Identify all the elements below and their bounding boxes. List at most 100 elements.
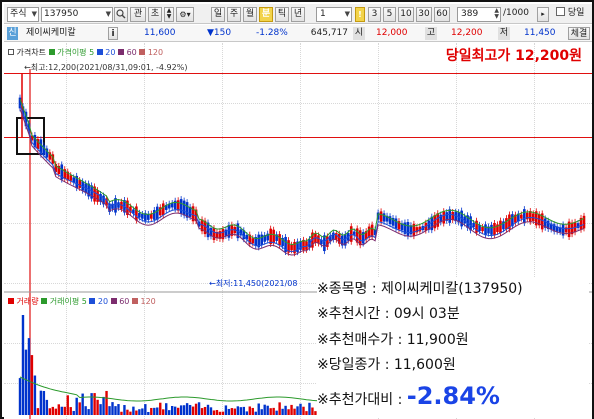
volume-bar — [144, 404, 147, 415]
volume-bar — [173, 406, 177, 415]
overlay-recommend-price: ※추천매수가 : 11,900원 — [317, 332, 469, 348]
chevron-down-icon: ▼ — [31, 10, 37, 18]
toolbar: 주식 ▼ 137950 ▼ 관 초 ▲ ▼ ⚙▾ 일 주 월 분 틱 년 1 ▼ … — [4, 4, 592, 24]
stepper-button[interactable]: ▲ ▼ — [164, 7, 174, 22]
candle-body — [170, 203, 174, 208]
candle-body — [442, 211, 446, 224]
volume-bar — [218, 411, 222, 415]
volume-bar — [78, 402, 81, 415]
candle-body — [260, 234, 264, 246]
search-button[interactable] — [114, 7, 128, 22]
volume-bar — [269, 408, 272, 415]
volume-bar — [99, 404, 102, 415]
candle-body — [69, 175, 73, 181]
stepper-icon: ▲ ▼ — [494, 7, 499, 20]
volume-bar — [185, 403, 189, 415]
candle-body — [290, 244, 293, 251]
candle-body — [78, 180, 81, 188]
volume-bar — [251, 407, 254, 415]
legend-vol-ma60: 60 — [119, 297, 130, 306]
period-day[interactable]: 일 — [211, 7, 225, 22]
stock-code-value: 137950 — [44, 9, 79, 19]
volume-bar — [275, 410, 278, 415]
high-price: 12,200 — [451, 28, 483, 38]
volume-bar — [176, 407, 180, 415]
related-button[interactable]: 관 — [130, 7, 146, 22]
candle-body — [269, 228, 272, 245]
volume-bar — [21, 315, 25, 415]
volume-bar — [293, 408, 296, 415]
chart-area[interactable]: 가격차트 가격이평 5 20 60 120 당일최고가 12,200원 ←최고:… — [4, 43, 592, 419]
execution-button[interactable]: 체결 — [568, 27, 590, 40]
period-tick[interactable]: 틱 — [275, 7, 289, 22]
candle-body — [332, 232, 335, 240]
volume-bar — [108, 406, 111, 415]
open-label: 시 — [353, 27, 365, 40]
candle-body — [135, 206, 138, 221]
interval-select[interactable]: 1 ▼ — [316, 7, 352, 22]
period-year[interactable]: 년 — [291, 7, 305, 22]
volume-bar — [266, 405, 269, 415]
candle-body — [379, 211, 383, 222]
volume-bar — [147, 411, 150, 415]
period-minute[interactable]: 분 — [259, 7, 273, 22]
chevron-down-icon: ▼ — [344, 10, 350, 18]
stock-code-input[interactable]: 137950 ▼ — [41, 7, 113, 22]
reset-button[interactable]: 초 — [148, 7, 162, 22]
count-value: 389 — [461, 9, 479, 19]
overlay-change-label: ※추천가대비 : — [317, 392, 407, 408]
period-week[interactable]: 주 — [227, 7, 241, 22]
legend-box-icon — [110, 298, 117, 304]
interval-5-button[interactable]: 5 — [383, 7, 396, 22]
volume-bar — [132, 406, 135, 415]
interval-1-button[interactable]: ! — [355, 7, 365, 22]
interval-30-button[interactable]: 30 — [416, 7, 432, 22]
legend-vol-ma120: 120 — [140, 297, 156, 306]
interval-3-button[interactable]: 3 — [368, 7, 381, 22]
new-badge: 신 — [7, 27, 18, 40]
volume-bar — [153, 407, 156, 415]
overlay-stock-name: ※종목명 : 제이씨케미칼(137950) — [317, 281, 523, 297]
volume-bar — [36, 408, 40, 415]
legend-box-icon — [8, 298, 14, 304]
candle-body — [179, 199, 183, 214]
volume-bar — [215, 409, 219, 415]
interval-60-button[interactable]: 60 — [434, 7, 450, 22]
volume-bar — [75, 397, 78, 415]
settings-button[interactable]: ⚙▾ — [176, 7, 194, 22]
volume-bar — [123, 405, 126, 415]
interval-10-button[interactable]: 10 — [398, 7, 414, 22]
count-apply-button[interactable]: ▸ — [537, 7, 549, 22]
volume-bar — [221, 411, 225, 415]
candle-body — [278, 234, 281, 246]
candle-body — [505, 218, 508, 230]
info-button[interactable]: i — [108, 27, 118, 40]
candle-body — [161, 203, 165, 216]
candle-body — [520, 214, 523, 219]
candle-body — [451, 211, 454, 221]
checkbox-icon — [556, 7, 565, 16]
overlay-change-row: ※추천가대비 : -2.84% — [317, 382, 500, 410]
market-select[interactable]: 주식 ▼ — [7, 7, 39, 22]
quote-bar: 신 제이씨케미칼 i 11,600 ▼150 -1.28% 645,717 시 … — [4, 25, 592, 42]
candle-body — [490, 224, 493, 235]
overlay-close-price: ※당일종가 : 11,600원 — [317, 357, 456, 373]
volume-bar — [141, 408, 144, 415]
volume-bar — [194, 403, 198, 415]
chevron-down-icon: ▼ — [105, 10, 111, 18]
volume-bar — [42, 390, 46, 415]
candle-body — [582, 215, 586, 229]
candle-body — [382, 213, 386, 222]
legend-vol-ma20: 20 — [97, 297, 109, 306]
volume-bar — [159, 402, 162, 415]
same-day-toggle[interactable]: 당일 — [556, 7, 592, 22]
count-input[interactable]: 389 ▲ ▼ — [457, 7, 501, 22]
candle-body — [251, 238, 255, 244]
volume-bar — [93, 393, 96, 415]
legend-box-icon — [89, 298, 96, 304]
volume-bar — [33, 375, 37, 415]
candle-body — [117, 202, 120, 208]
volume-bar — [284, 405, 287, 415]
period-month[interactable]: 월 — [243, 7, 257, 22]
volume-bar — [206, 404, 210, 415]
